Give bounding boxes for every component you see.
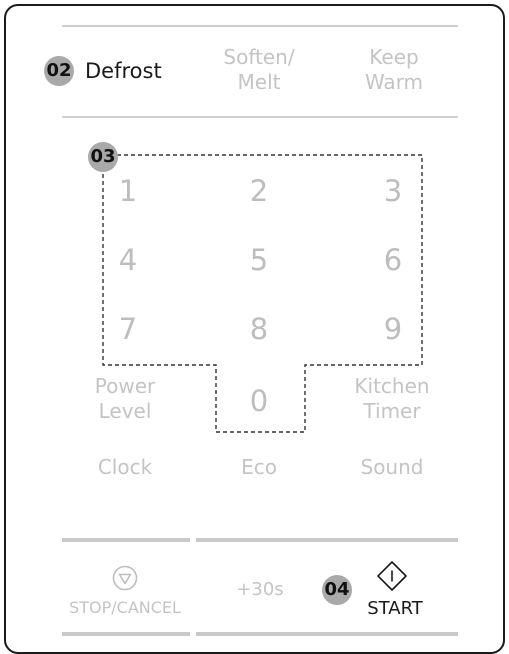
stop-cancel-button[interactable]: STOP/CANCEL (55, 563, 195, 623)
key-5[interactable]: 5 (224, 243, 294, 277)
key-0[interactable]: 0 (224, 384, 294, 418)
bottom-divider-left (62, 538, 190, 542)
key-7[interactable]: 7 (93, 312, 163, 346)
timer-label: Timer (363, 399, 421, 423)
sound-button[interactable]: Sound (337, 456, 447, 479)
eco-button[interactable]: Eco (205, 456, 313, 479)
key-8[interactable]: 8 (224, 312, 294, 346)
key-1[interactable]: 1 (93, 174, 163, 208)
step-badge-03: 03 (88, 142, 118, 172)
footer-divider-right (196, 632, 458, 636)
key-2[interactable]: 2 (224, 174, 294, 208)
key-6[interactable]: 6 (358, 243, 428, 277)
kitchen-timer-button[interactable]: Kitchen Timer (337, 375, 447, 425)
start-diamond-icon (377, 561, 407, 591)
kitchen-label: Kitchen (354, 374, 430, 398)
start-button[interactable]: START (355, 560, 435, 624)
bottom-divider-right (196, 538, 458, 542)
plus-30s-button[interactable]: +30s (215, 578, 305, 601)
footer-divider-left (62, 632, 190, 636)
key-3[interactable]: 3 (358, 174, 428, 208)
clock-button[interactable]: Clock (70, 456, 180, 479)
power-level-button[interactable]: Power Level (70, 375, 180, 425)
stop-cancel-label: STOP/CANCEL (69, 598, 181, 617)
start-label: START (367, 598, 423, 619)
level-label: Level (98, 399, 152, 423)
stop-triangle-icon (112, 565, 138, 591)
key-9[interactable]: 9 (358, 312, 428, 346)
step-badge-04: 04 (322, 575, 352, 605)
key-4[interactable]: 4 (93, 243, 163, 277)
power-label: Power (94, 374, 156, 398)
